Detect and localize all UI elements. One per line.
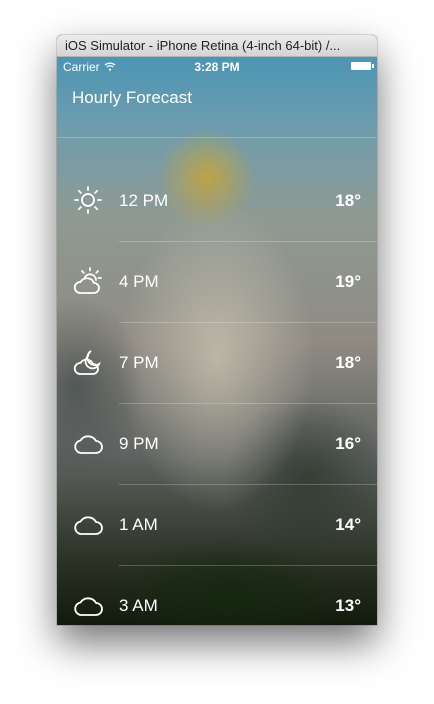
- window-titlebar[interactable]: iOS Simulator - iPhone Retina (4-inch 64…: [57, 35, 377, 57]
- header-divider: [57, 137, 377, 138]
- forecast-hour: 3 AM: [119, 596, 158, 615]
- forecast-temp: 14°: [335, 515, 361, 534]
- forecast-hour: 1 AM: [119, 515, 158, 534]
- cloud-icon: [72, 590, 104, 620]
- page-title: Hourly Forecast: [72, 88, 192, 107]
- forecast-hour: 7 PM: [119, 353, 159, 372]
- battery-icon: [351, 62, 374, 70]
- cloud-icon: [72, 509, 104, 539]
- forecast-row[interactable]: 7 PM 18°: [57, 322, 377, 403]
- forecast-hour: 4 PM: [119, 272, 159, 291]
- partly-sunny-icon: [72, 266, 104, 296]
- forecast-row[interactable]: 9 PM 16°: [57, 403, 377, 484]
- forecast-temp: 16°: [335, 434, 361, 453]
- status-time: 3:28 PM: [194, 60, 240, 74]
- sun-icon: [72, 185, 104, 215]
- phone-screen: Carrier 3:28 PM Hourly Forecast 12 PM 18…: [57, 57, 377, 625]
- forecast-temp: 18°: [335, 353, 361, 372]
- forecast-temp: 13°: [335, 596, 361, 615]
- forecast-hour: 9 PM: [119, 434, 159, 453]
- forecast-temp: 19°: [335, 272, 361, 291]
- forecast-hour: 12 PM: [119, 191, 169, 210]
- forecast-row[interactable]: 4 PM 19°: [57, 241, 377, 322]
- status-bar: Carrier 3:28 PM: [57, 57, 377, 77]
- forecast-row[interactable]: 3 AM 13°: [57, 565, 377, 625]
- cloud-icon: [72, 428, 104, 458]
- forecast-temp: 18°: [335, 191, 361, 210]
- forecast-row[interactable]: 12 PM 18°: [57, 160, 377, 241]
- simulator-window: iOS Simulator - iPhone Retina (4-inch 64…: [57, 35, 377, 625]
- cloud-moon-icon: [72, 347, 104, 377]
- forecast-row[interactable]: 1 AM 14°: [57, 484, 377, 565]
